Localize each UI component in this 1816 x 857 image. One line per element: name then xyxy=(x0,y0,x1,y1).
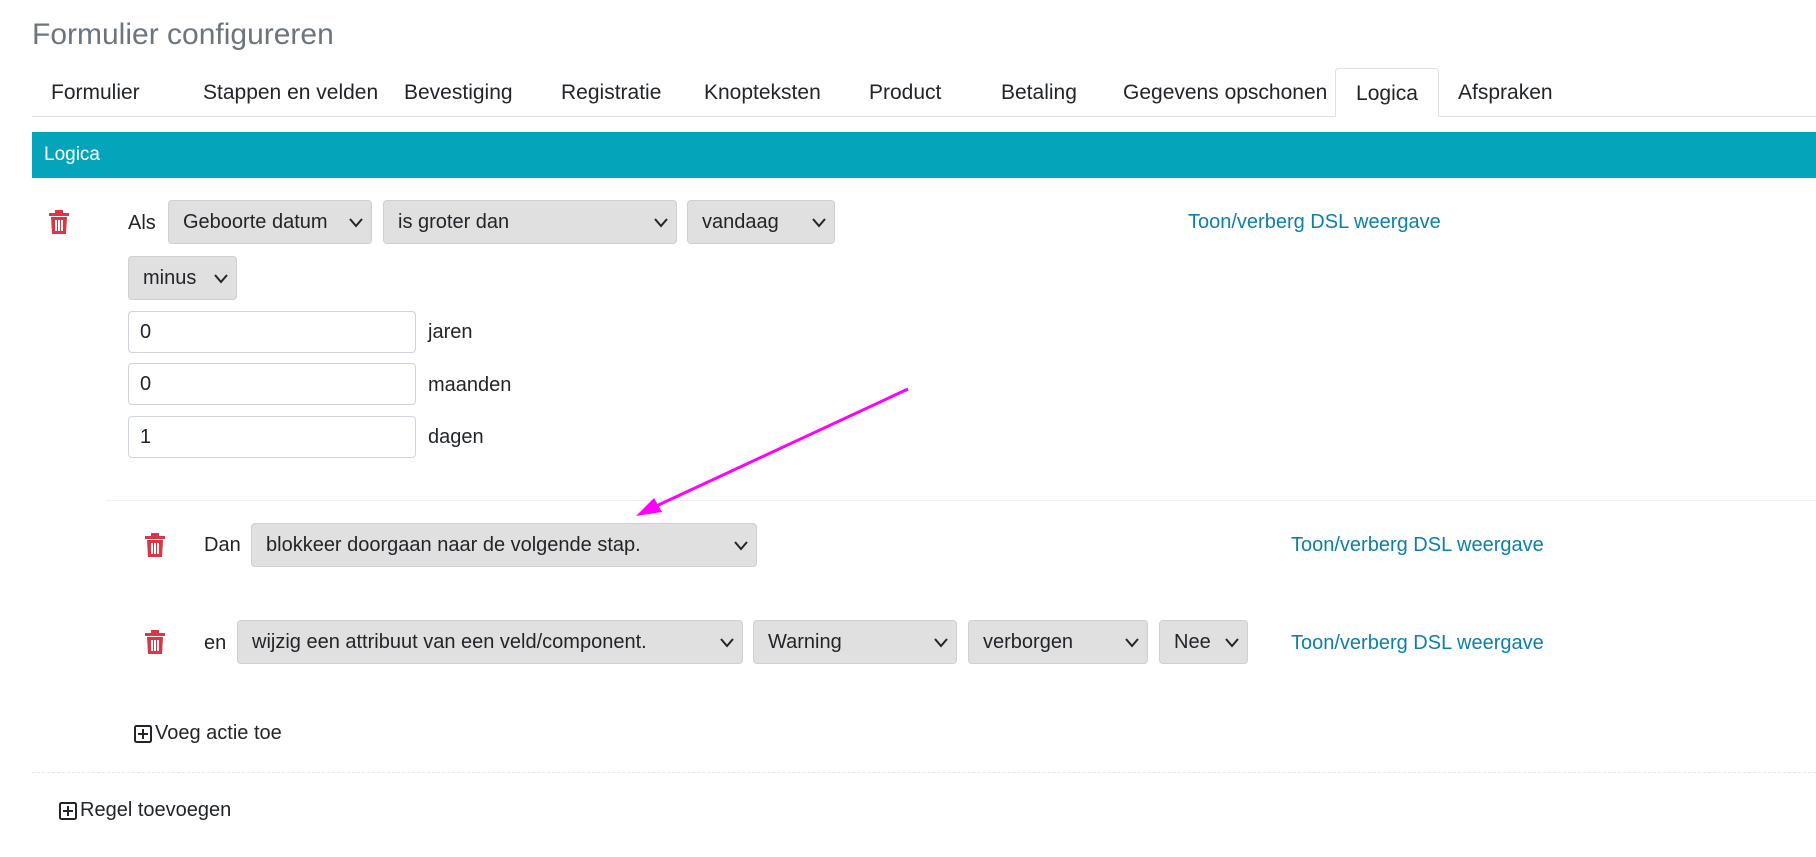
delete-action-icon[interactable] xyxy=(144,630,166,654)
tab-registratie[interactable]: Registratie xyxy=(542,68,680,116)
plus-square-icon xyxy=(59,801,77,820)
tab-knopteksten[interactable]: Knopteksten xyxy=(685,68,840,116)
divider xyxy=(32,772,1816,773)
delete-action-icon[interactable] xyxy=(144,533,166,557)
tab-betaling[interactable]: Betaling xyxy=(982,68,1096,116)
delete-rule-icon[interactable] xyxy=(48,210,70,234)
chevron-down-icon xyxy=(1125,621,1139,663)
action-prefix-en: en xyxy=(204,632,227,654)
operator-select[interactable]: is groter dan xyxy=(383,200,677,244)
section-header: Logica xyxy=(32,132,1816,178)
tab-product[interactable]: Product xyxy=(850,68,960,116)
trigger-label: Als xyxy=(128,212,156,234)
years-input[interactable]: 0 xyxy=(128,311,416,353)
chevron-down-icon xyxy=(214,257,228,299)
rule-dsl-toggle-link[interactable]: Toon/verberg DSL weergave xyxy=(1188,211,1441,234)
modifier-select[interactable]: minus xyxy=(128,256,237,300)
add-action-label: Voeg actie toe xyxy=(155,722,282,744)
chevron-down-icon xyxy=(734,524,748,566)
attribute-select[interactable]: verborgen xyxy=(968,620,1148,664)
add-rule-button[interactable]: Regel toevoegen xyxy=(59,799,231,822)
chevron-down-icon xyxy=(654,201,668,243)
tab-bar: Formulier Stappen en velden Bevestiging … xyxy=(32,68,1816,117)
chevron-down-icon xyxy=(349,201,363,243)
tab-stappen-en-velden[interactable]: Stappen en velden xyxy=(184,68,397,116)
value-select[interactable]: Nee xyxy=(1159,620,1248,664)
add-action-button[interactable]: Voeg actie toe xyxy=(134,722,282,745)
chevron-down-icon xyxy=(934,621,948,663)
field-select[interactable]: Geboorte datum xyxy=(168,200,372,244)
tab-gegevens-opschonen[interactable]: Gegevens opschonen xyxy=(1104,68,1346,116)
component-select[interactable]: Warning xyxy=(753,620,957,664)
add-rule-label: Regel toevoegen xyxy=(80,799,232,821)
tab-afspraken[interactable]: Afspraken xyxy=(1439,68,1572,116)
tab-formulier[interactable]: Formulier xyxy=(32,68,159,116)
months-label: maanden xyxy=(428,374,512,396)
action-select[interactable]: wijzig een attribuut van een veld/compon… xyxy=(237,620,743,664)
years-label: jaren xyxy=(428,321,473,343)
compare-select[interactable]: vandaag xyxy=(687,200,835,244)
chevron-down-icon xyxy=(812,201,826,243)
action-dsl-toggle-link[interactable]: Toon/verberg DSL weergave xyxy=(1291,534,1544,557)
days-input[interactable]: 1 xyxy=(128,416,416,458)
action-prefix-dan: Dan xyxy=(204,534,241,556)
action-select[interactable]: blokkeer doorgaan naar de volgende stap. xyxy=(251,523,757,567)
page-title: Formulier configureren xyxy=(32,18,334,51)
action-dsl-toggle-link[interactable]: Toon/verberg DSL weergave xyxy=(1291,632,1544,655)
chevron-down-icon xyxy=(1225,621,1239,663)
months-input[interactable]: 0 xyxy=(128,363,416,405)
plus-square-icon xyxy=(134,724,152,743)
tab-bevestiging[interactable]: Bevestiging xyxy=(385,68,532,116)
divider xyxy=(106,500,1816,501)
chevron-down-icon xyxy=(720,621,734,663)
tab-logica[interactable]: Logica xyxy=(1335,68,1439,117)
days-label: dagen xyxy=(428,426,484,448)
